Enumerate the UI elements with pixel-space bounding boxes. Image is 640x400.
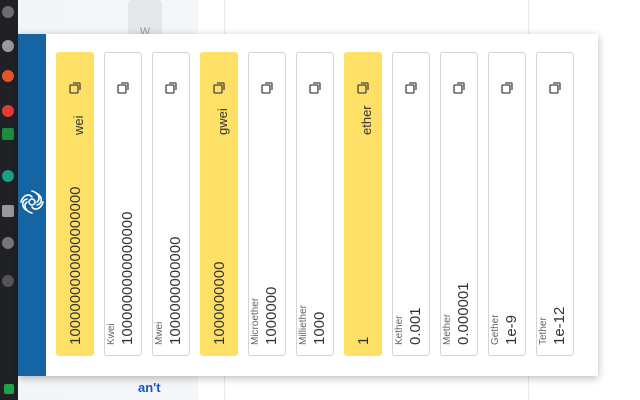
copy-icon[interactable] [355,80,371,96]
unit-name-label: Kether [394,315,405,345]
background-link[interactable]: an't [138,380,161,395]
copy-icon[interactable] [307,80,323,96]
unit-value[interactable]: 1000000000 [211,262,228,345]
copy-icon[interactable] [451,80,467,96]
unit-label: wei [71,115,86,135]
unit-label: gwei [215,108,230,135]
copy-icon[interactable] [403,80,419,96]
dock-app-icon[interactable] [2,128,14,140]
dock-app-icon[interactable] [2,70,14,82]
unit-value[interactable]: 1000000 [263,287,280,345]
unit-value[interactable]: 1000 [311,312,328,345]
unit-name-label: Mether [442,313,453,345]
unit-value[interactable]: 1000000000000000 [119,212,136,345]
unit-name-label: Gether [490,314,501,345]
dock-close-icon[interactable] [2,275,14,287]
unit-value[interactable]: 1000000000000 [167,237,184,345]
dock-app-icon[interactable] [2,237,14,249]
unit-card[interactable]: Milliether 1000 [296,52,334,356]
unit-converter-popup: wei 1000000000000000000 Kwei 10000000000000… [18,34,598,376]
unit-card[interactable]: Tether 1e-12 [536,52,574,356]
dock-calendar-icon[interactable] [2,6,14,18]
dock-app-icon[interactable] [2,40,14,52]
unit-value[interactable]: 1000000000000000000 [67,186,84,345]
unit-name-label: Tether [538,317,549,345]
unit-name-label: Mwei [154,321,165,345]
unit-name-label: Milliether [298,304,309,345]
brand-bar [18,34,46,376]
unit-value[interactable]: 1e-12 [551,307,568,345]
copy-icon[interactable] [259,80,275,96]
copy-icon[interactable] [67,80,83,96]
unit-card[interactable]: wei 1000000000000000000 [56,52,94,356]
unit-value[interactable]: 0.001 [407,307,424,345]
copy-icon[interactable] [163,80,179,96]
dock-status-icon [4,384,14,394]
copy-icon[interactable] [211,80,227,96]
ethereum-swirl-logo-icon [20,190,44,214]
copy-icon[interactable] [547,80,563,96]
unit-card[interactable]: gwei 1000000000 [200,52,238,356]
unit-name-label: Kwei [106,323,117,345]
unit-label: ether [359,105,374,135]
dock-app-icon[interactable] [2,105,14,117]
unit-card[interactable]: ether 1 [344,52,382,356]
unit-value[interactable]: 0.000001 [455,282,472,345]
unit-card[interactable]: Kwei 1000000000000000 [104,52,142,356]
unit-card[interactable]: Microether 1000000 [248,52,286,356]
dock-app-icon[interactable] [2,170,14,182]
dock-app-icon[interactable] [2,205,14,217]
unit-value[interactable]: 1e-9 [503,315,520,345]
browser-dock [0,0,18,400]
copy-icon[interactable] [499,80,515,96]
unit-value[interactable]: 1 [355,337,372,345]
unit-card[interactable]: Kether 0.001 [392,52,430,356]
unit-card[interactable]: Gether 1e-9 [488,52,526,356]
unit-card[interactable]: Mether 0.000001 [440,52,478,356]
unit-card[interactable]: Mwei 1000000000000 [152,52,190,356]
unit-name-label: Microether [250,297,261,345]
copy-icon[interactable] [115,80,131,96]
